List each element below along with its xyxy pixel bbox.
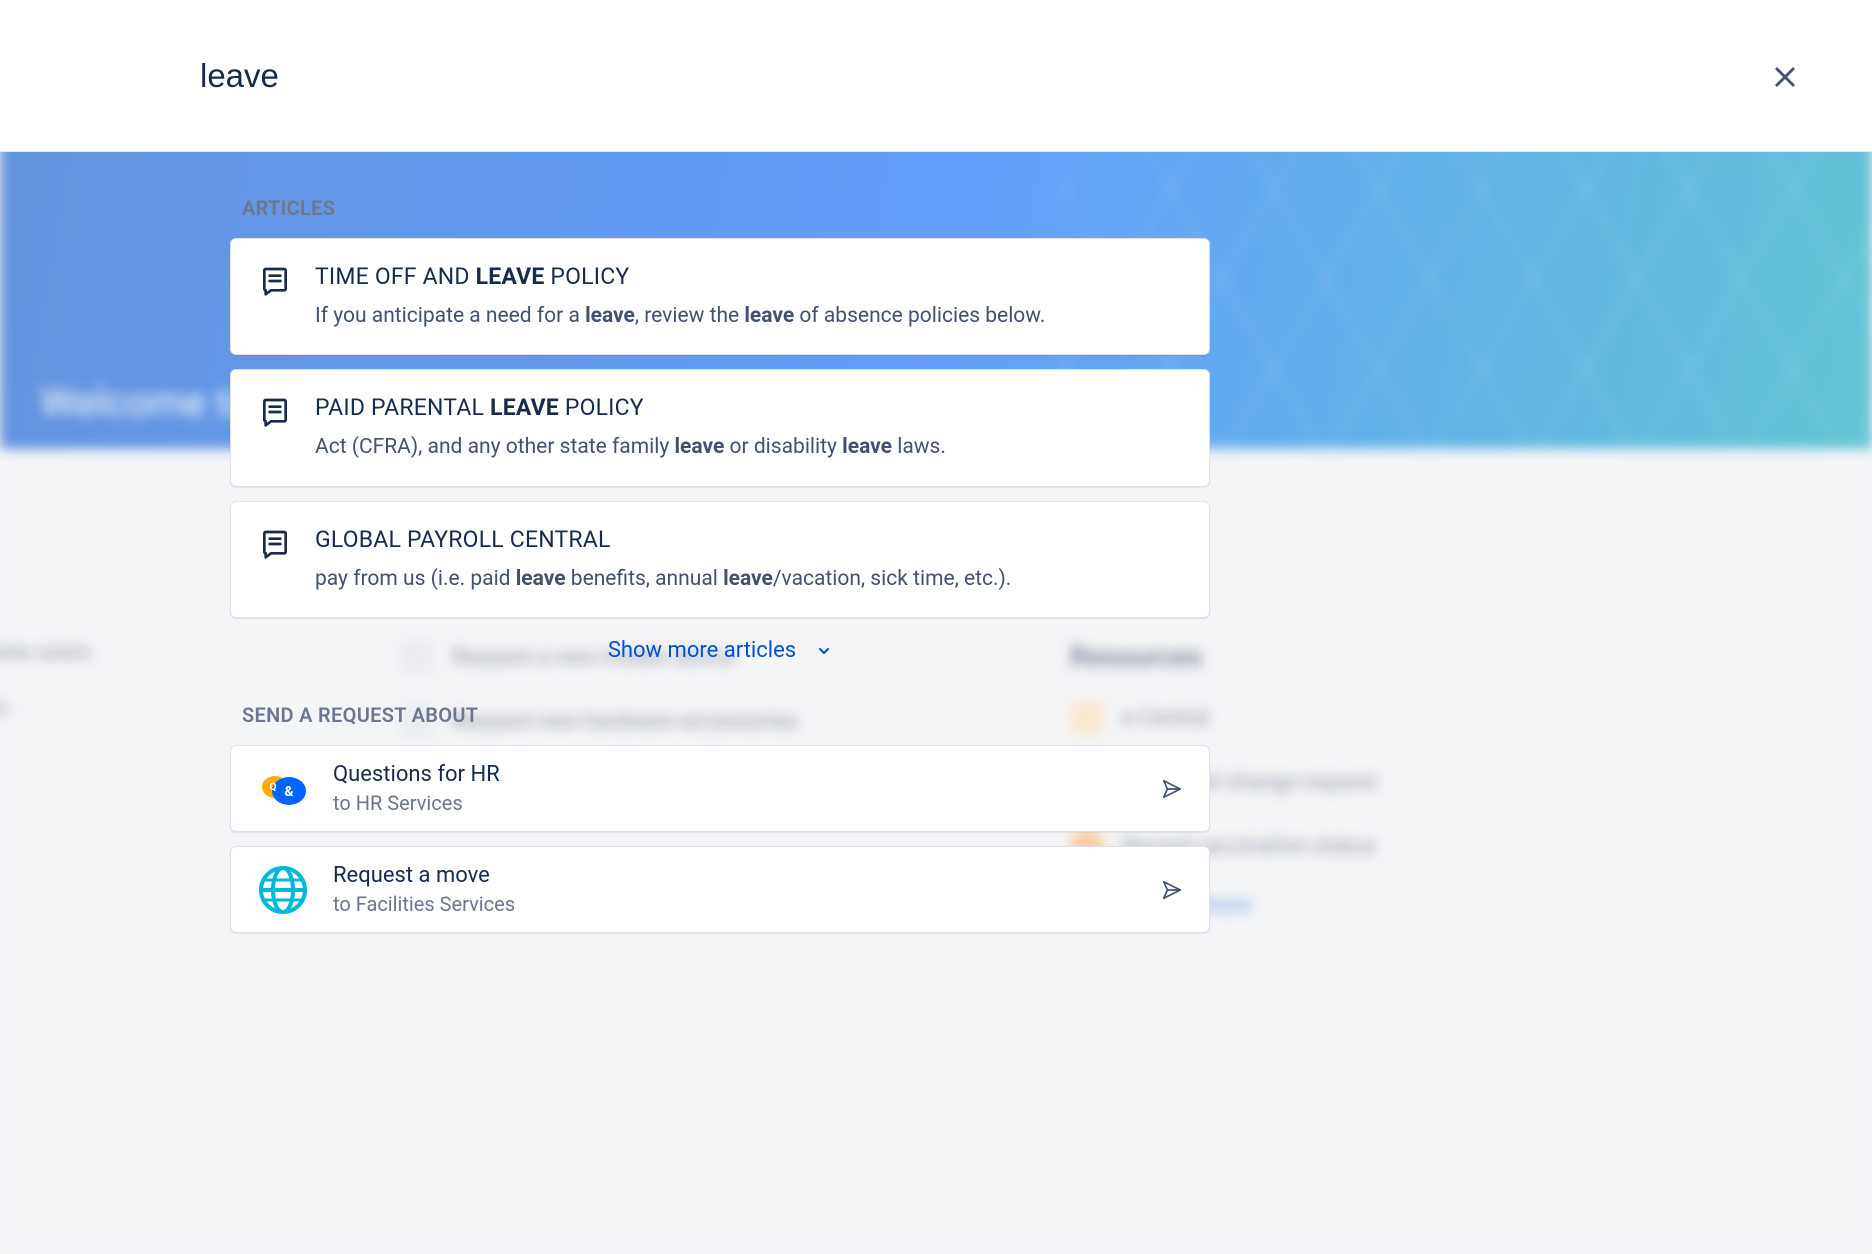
svg-text:Q: Q [270,782,277,793]
article-icon [259,396,291,428]
articles-section-label: ARTICLES [242,196,1210,220]
questions-icon: & Q [257,763,309,815]
request-card[interactable]: Request a move to Facilities Services [230,846,1210,933]
article-card[interactable]: PAID PARENTAL LEAVE POLICY Act (CFRA), a… [230,369,1210,486]
request-title: Request a move [333,863,1137,888]
article-icon [259,265,291,297]
send-icon [1161,879,1183,901]
search-bar [0,0,1872,152]
request-card[interactable]: & Q Questions for HR to HR Services [230,745,1210,832]
show-more-label: Show more articles [608,638,796,663]
request-subtitle: to Facilities Services [333,892,1137,916]
globe-icon [257,864,309,916]
request-subtitle: to HR Services [333,791,1137,815]
chevron-down-icon [816,643,832,659]
article-card[interactable]: GLOBAL PAYROLL CENTRAL pay from us (i.e.… [230,501,1210,618]
close-button[interactable] [1762,54,1808,100]
svg-text:&: & [284,784,294,800]
show-more-articles-button[interactable]: Show more articles [230,638,1210,663]
results-panel: ARTICLES TIME OFF AND LEAVE POLICY If yo… [0,152,1872,1254]
article-title: PAID PARENTAL LEAVE POLICY [315,394,1181,421]
article-excerpt: Act (CFRA), and any other state family l… [315,433,1181,461]
article-title: GLOBAL PAYROLL CENTRAL [315,526,1181,553]
search-input[interactable] [200,57,1812,95]
article-title: TIME OFF AND LEAVE POLICY [315,263,1181,290]
send-icon [1161,778,1183,800]
request-title: Questions for HR [333,762,1137,787]
close-icon [1771,63,1799,91]
article-excerpt: If you anticipate a need for a leave, re… [315,302,1181,330]
article-icon [259,528,291,560]
article-card[interactable]: TIME OFF AND LEAVE POLICY If you anticip… [230,238,1210,355]
search-overlay: ARTICLES TIME OFF AND LEAVE POLICY If yo… [0,0,1872,1254]
requests-section-label: SEND A REQUEST ABOUT [242,703,1210,727]
article-excerpt: pay from us (i.e. paid leave benefits, a… [315,565,1181,593]
